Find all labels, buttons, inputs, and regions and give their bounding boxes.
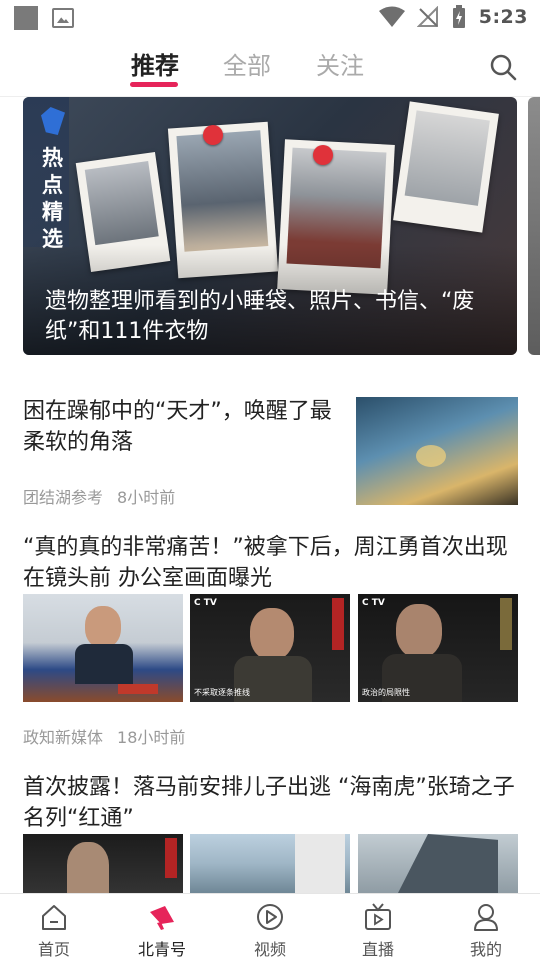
- article-title[interactable]: 首次披露！落马前安排儿子出逃 “海南虎”张琦之子名列“红通”: [23, 772, 518, 834]
- push-pin: [203, 125, 223, 145]
- article-image[interactable]: [358, 834, 518, 893]
- nav-label: 直播: [361, 940, 394, 959]
- image-notification-icon: [52, 8, 74, 28]
- article-time: 18小时前: [117, 728, 186, 747]
- banner-photo: [393, 101, 499, 233]
- building-figure: [398, 834, 498, 893]
- nav-mine[interactable]: 我的: [432, 894, 540, 961]
- nav-label: 首页: [37, 940, 70, 959]
- article-source: 团结湖参考: [23, 488, 104, 507]
- wifi-icon: [378, 6, 405, 27]
- video-caption: 不采取逐条推线: [194, 688, 250, 697]
- cctv-logo-icon: C TV: [362, 598, 385, 608]
- notification-square-icon: [14, 6, 38, 30]
- user-icon: [474, 904, 498, 931]
- article-thumbnail[interactable]: [356, 397, 518, 505]
- thumbnail-glow: [416, 445, 446, 467]
- nav-label: 北青号: [137, 940, 186, 959]
- tab-following[interactable]: 关注: [316, 46, 364, 81]
- top-tab-bar: 推荐 全部 关注: [0, 36, 540, 97]
- article-image[interactable]: [190, 834, 350, 893]
- article-source: 政知新媒体: [23, 728, 104, 747]
- nav-beiqing[interactable]: 北青号: [108, 894, 216, 961]
- banner-title[interactable]: 遗物整理师看到的小睡袋、照片、书信、“废纸”和111件衣物: [45, 287, 505, 347]
- article-meta: 团结湖参考 8小时前: [23, 484, 175, 508]
- building-figure: [295, 834, 345, 893]
- megaphone-icon: [150, 906, 174, 930]
- article-image[interactable]: [23, 834, 183, 893]
- active-tab-indicator: [130, 82, 178, 87]
- search-icon[interactable]: [488, 52, 518, 82]
- clock-time: 5:23: [478, 6, 528, 28]
- hot-picks-logo-icon: [41, 107, 65, 135]
- person-figure: [396, 604, 442, 658]
- cctv-logo-icon: C TV: [194, 598, 217, 608]
- video-caption: 政治的局限性: [362, 688, 410, 697]
- program-badge: [165, 838, 177, 878]
- status-bar: 5:23: [0, 0, 540, 36]
- live-tv-icon: [365, 903, 391, 930]
- article-title[interactable]: “真的真的非常痛苦！”被拿下后，周江勇首次出现在镜头前 办公室画面曝光: [23, 532, 518, 594]
- no-signal-icon: [416, 6, 438, 27]
- article-title[interactable]: 困在躁郁中的“天才”，唤醒了最柔软的角落: [23, 396, 333, 458]
- featured-banner[interactable]: 热点精选 遗物整理师看到的小睡袋、照片、书信、“废纸”和111件衣物: [23, 97, 517, 355]
- article-image[interactable]: C TV 不采取逐条推线: [190, 594, 350, 702]
- tab-all[interactable]: 全部: [223, 46, 271, 81]
- battery-charging-icon: [452, 5, 465, 28]
- name-plate: [118, 684, 158, 694]
- article-image[interactable]: [23, 594, 183, 702]
- hot-picks-tag: 热点精选: [23, 97, 69, 251]
- home-icon: [42, 905, 66, 930]
- article-image[interactable]: C TV 政治的局限性: [358, 594, 518, 702]
- nav-label: 视频: [253, 940, 286, 959]
- article-time: 8小时前: [117, 488, 176, 507]
- person-figure: [75, 644, 133, 684]
- program-badge: [332, 598, 344, 650]
- play-icon: [257, 904, 283, 930]
- article-meta: 政知新媒体 18小时前: [23, 724, 185, 748]
- nav-home[interactable]: 首页: [0, 894, 108, 961]
- person-figure: [250, 608, 294, 660]
- person-figure: [85, 606, 121, 648]
- program-badge: [500, 598, 512, 650]
- bottom-navigation-bar: 首页 北青号 视频 直播 我的: [0, 893, 540, 961]
- tab-recommended[interactable]: 推荐: [131, 46, 179, 81]
- nav-live[interactable]: 直播: [324, 894, 432, 961]
- hot-picks-label: 热点精选: [42, 146, 63, 251]
- nav-label: 我的: [469, 940, 502, 959]
- nav-video[interactable]: 视频: [216, 894, 324, 961]
- push-pin: [313, 145, 333, 165]
- next-banner-peek[interactable]: [528, 97, 540, 355]
- person-figure: [67, 842, 109, 893]
